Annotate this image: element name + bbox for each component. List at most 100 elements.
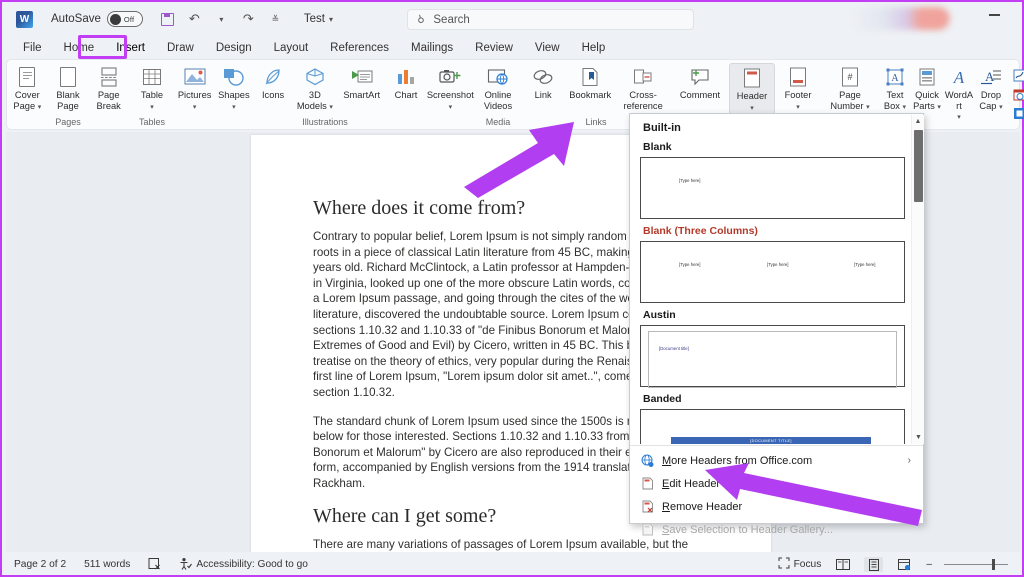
banded-bar: [DOCUMENT TITLE]	[671, 437, 871, 444]
focus-button[interactable]: Focus	[778, 557, 822, 572]
text-box-label: Text Box	[884, 90, 904, 111]
tab-design[interactable]: Design	[205, 40, 263, 56]
3d-models-button[interactable]: 3D Models ▾	[293, 63, 337, 113]
tab-draw[interactable]: Draw	[156, 40, 205, 56]
svg-text:A: A	[891, 73, 899, 84]
menu-item-label: MMore Headers from Office.comore Headers…	[662, 455, 812, 467]
footer-button[interactable]: Footer▾	[775, 63, 821, 113]
tab-file[interactable]: File	[12, 40, 53, 56]
pictures-button[interactable]: Pictures▾	[175, 63, 214, 113]
redo-button[interactable]: ↷	[236, 7, 261, 31]
chevron-down-icon: ▾	[866, 104, 870, 111]
undo-button[interactable]: ↶	[182, 7, 207, 31]
toggle-knob	[110, 14, 121, 25]
account-avatar[interactable]	[854, 7, 950, 30]
document-name[interactable]: Test▾	[304, 13, 333, 25]
word-window: AutoSave Off ↶ ▾ ↷ ≚ Test▾ ☌ Search File…	[0, 0, 1024, 577]
web-layout-icon[interactable]	[895, 557, 914, 572]
preview-placeholder: [Type here]	[679, 262, 701, 267]
scroll-up-icon[interactable]: ▲	[912, 115, 924, 128]
tab-layout[interactable]: Layout	[263, 40, 320, 56]
preview-placeholder: [Type here]	[767, 262, 789, 267]
minimize-button[interactable]	[989, 14, 1000, 16]
screenshot-label: Screenshot	[427, 90, 474, 100]
page-break-button[interactable]: Page Break	[88, 63, 129, 111]
autosave-state: Off	[124, 15, 134, 24]
menu-item-edit-header[interactable]: Edit Header	[630, 472, 923, 495]
chevron-down-icon: ▾	[232, 104, 236, 111]
icons-button[interactable]: Icons	[253, 63, 292, 101]
gallery-preview-austin[interactable]: [Document title]	[640, 325, 905, 387]
accessibility-icon	[179, 557, 192, 573]
footer-icon	[788, 65, 808, 88]
link-button[interactable]: Link	[521, 63, 565, 101]
preview-placeholder: [Document title]	[659, 346, 689, 351]
object-button[interactable]: Object ▾	[1007, 105, 1024, 121]
zoom-out-button[interactable]: –	[926, 559, 932, 570]
read-mode-icon[interactable]	[833, 557, 852, 572]
page-indicator[interactable]: Page 2 of 2	[14, 559, 66, 570]
comment-button[interactable]: Comment	[671, 63, 729, 101]
text-box-button[interactable]: A Text Box ▾	[879, 63, 911, 113]
screenshot-button[interactable]: Screenshot▾	[426, 63, 475, 113]
smartart-icon	[351, 65, 373, 88]
wordart-button[interactable]: A WordArt▾	[943, 63, 975, 124]
zoom-slider[interactable]	[944, 564, 1008, 565]
tab-help[interactable]: Help	[571, 40, 617, 56]
date-time-button[interactable]: Date & Time	[1007, 86, 1024, 102]
shapes-button[interactable]: Shapes ▾	[214, 63, 253, 113]
footer-label: Footer	[785, 90, 812, 100]
chevron-down-icon: ▾	[957, 114, 961, 121]
zoom-slider-knob[interactable]	[992, 559, 995, 570]
undo-dropdown[interactable]: ▾	[209, 7, 234, 31]
tab-insert[interactable]: Insert	[105, 40, 156, 56]
gallery-scroll-area[interactable]: Built-in Blank [Type here] Blank (Three …	[630, 114, 925, 444]
smartart-button[interactable]: SmartArt	[337, 63, 386, 101]
tab-view[interactable]: View	[524, 40, 571, 56]
autosave-toggle[interactable]: Off	[107, 11, 143, 27]
header-gallery-dropdown[interactable]: Built-in Blank [Type here] Blank (Three …	[629, 113, 924, 524]
cover-page-button[interactable]: Cover Page ▾	[7, 63, 48, 113]
proofing-errors-icon[interactable]	[148, 557, 161, 573]
chevron-right-icon: ›	[908, 455, 911, 466]
table-button[interactable]: Table▾	[129, 63, 175, 113]
accessibility-status[interactable]: Accessibility: Good to go	[179, 557, 308, 573]
search-input[interactable]: ☌ Search	[407, 9, 694, 30]
chart-button[interactable]: Chart	[386, 63, 425, 101]
bookmark-button[interactable]: Bookmark	[565, 63, 615, 101]
gallery-preview-banded[interactable]: [DOCUMENT TITLE]	[640, 409, 905, 444]
word-count[interactable]: 511 words	[84, 559, 130, 570]
menu-item-more-headers[interactable]: MMore Headers from Office.comore Headers…	[630, 449, 923, 472]
menu-item-label: Save Selection to Header Gallery...	[662, 524, 833, 536]
drop-cap-button[interactable]: A Drop Cap ▾	[975, 63, 1007, 113]
header-label: Header	[737, 91, 768, 101]
text-group-small-buttons: Signature Line ▾ Date & Time Object	[1007, 63, 1024, 121]
save-button[interactable]	[155, 7, 180, 31]
header-button[interactable]: Header▾	[729, 63, 775, 115]
bookmark-icon	[580, 65, 600, 88]
tab-references[interactable]: References	[319, 40, 400, 56]
ribbon-group-pages: Cover Page ▾ Blank Page Page Break Pages	[7, 60, 129, 129]
gallery-scrollbar[interactable]: ▲ ▼	[911, 115, 924, 444]
scroll-down-icon[interactable]: ▼	[912, 431, 925, 444]
blank-page-button[interactable]: Blank Page	[48, 63, 89, 111]
remove-header-icon	[640, 500, 655, 513]
quick-parts-label: Quick Parts	[913, 90, 939, 111]
tab-review[interactable]: Review	[464, 40, 524, 56]
tab-mailings[interactable]: Mailings	[400, 40, 464, 56]
ribbon-tabs: File Home Insert Draw Design Layout Refe…	[2, 36, 1022, 59]
customize-quick-access-icon[interactable]: ≚	[263, 7, 288, 31]
signature-line-button[interactable]: Signature Line ▾	[1007, 67, 1024, 83]
menu-item-remove-header[interactable]: Remove Header	[630, 495, 923, 518]
tab-home[interactable]: Home	[53, 40, 106, 56]
gallery-preview-blank-three-columns[interactable]: [Type here] [Type here] [Type here]	[640, 241, 905, 303]
page-number-button[interactable]: # Page Number ▾	[821, 63, 879, 113]
quick-parts-button[interactable]: Quick Parts ▾	[911, 63, 943, 113]
cross-reference-button[interactable]: Cross-reference	[615, 63, 671, 111]
print-layout-icon[interactable]	[864, 557, 883, 572]
scrollbar-thumb[interactable]	[914, 130, 923, 202]
gallery-preview-blank[interactable]: [Type here]	[640, 157, 905, 219]
online-videos-button[interactable]: Online Videos	[475, 63, 521, 111]
page-number-label: Page Number	[830, 90, 863, 111]
shapes-label: Shapes	[218, 90, 250, 100]
